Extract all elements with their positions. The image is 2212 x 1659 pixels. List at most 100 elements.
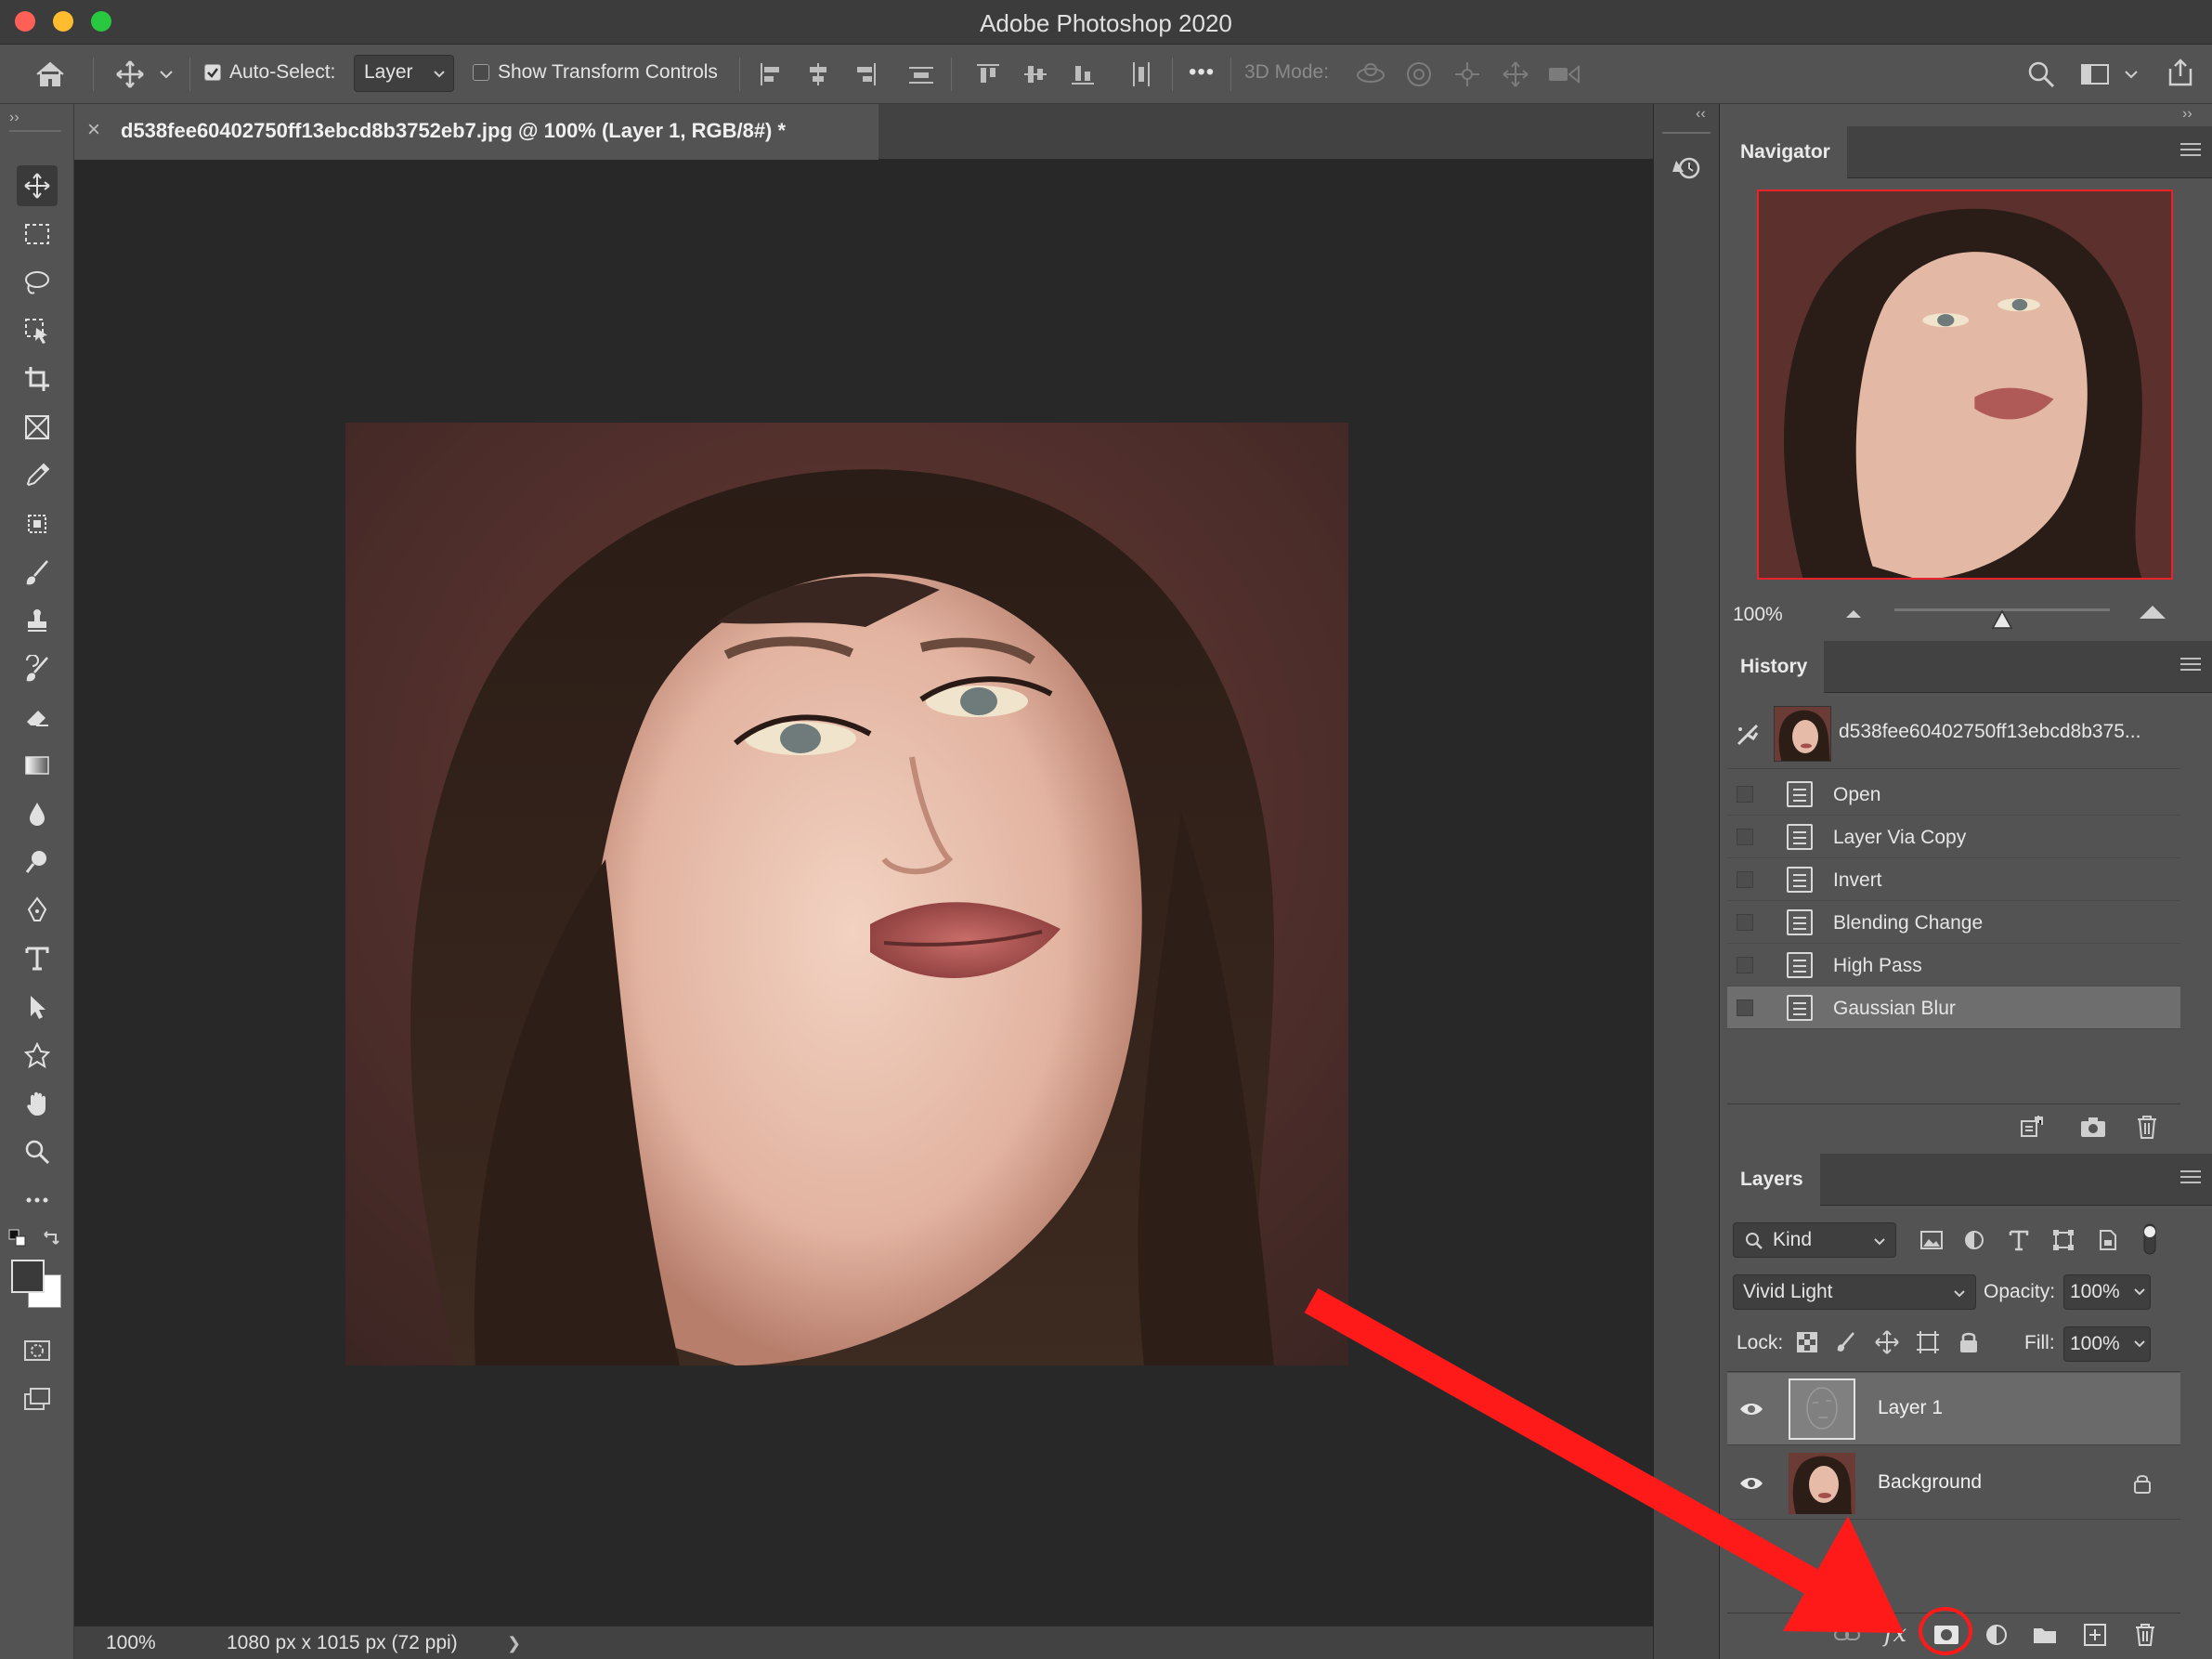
align-vertical-center-icon[interactable] [1019,58,1052,91]
auto-select-checkbox[interactable] [204,64,221,81]
align-bottom-icon[interactable] [1066,58,1099,91]
history-item[interactable]: Invert [1727,858,2180,901]
history-source-checkbox[interactable] [1737,914,1753,931]
chevron-down-icon[interactable] [2130,1282,2149,1300]
navigator-preview[interactable] [1757,189,2173,580]
chevron-down-icon[interactable] [2130,1334,2149,1352]
distribute-vertical-icon[interactable] [904,58,938,91]
filter-type-layers-icon[interactable] [2002,1224,2036,1256]
object-select-tool-icon[interactable] [17,310,58,351]
filter-adjustment-layers-icon[interactable] [1958,1224,1991,1256]
layer-filter-kind-dropdown[interactable]: Kind [1733,1222,1896,1258]
trash-icon[interactable] [2128,1111,2166,1143]
align-top-icon[interactable] [971,58,1005,91]
history-source-checkbox[interactable] [1737,999,1753,1016]
chevron-down-icon[interactable] [2121,65,2141,84]
gradient-tool-icon[interactable] [17,745,58,786]
screen-mode-icon[interactable] [17,1382,58,1416]
eraser-tool-icon[interactable] [17,697,58,738]
history-item[interactable]: Gaussian Blur [1727,986,2180,1029]
history-source-checkbox[interactable] [1737,871,1753,888]
tab-navigator[interactable]: Navigator [1724,126,1847,178]
history-item[interactable]: Layer Via Copy [1727,816,2180,858]
default-colors-icon[interactable] [7,1228,28,1248]
eyedropper-tool-icon[interactable] [17,455,58,496]
new-layer-icon[interactable] [2078,1618,2112,1652]
delete-layer-trash-icon[interactable] [2128,1618,2162,1652]
tab-layers[interactable]: Layers [1724,1154,1820,1206]
filter-pixel-layers-icon[interactable] [1915,1224,1948,1256]
path-select-tool-icon[interactable] [17,986,58,1027]
new-group-folder-icon[interactable] [2028,1618,2062,1652]
align-right-icon[interactable] [849,58,882,91]
document-image[interactable] [345,423,1348,1365]
collapse-panels-icon[interactable]: ›› [2182,106,2192,123]
filter-smart-object-icon[interactable] [2091,1224,2125,1256]
shape-tool-icon[interactable] [17,1035,58,1076]
share-icon[interactable] [2162,54,2199,91]
tab-history[interactable]: History [1724,641,1825,693]
move-tool-preset-icon[interactable] [111,58,149,91]
hand-tool-icon[interactable] [17,1083,58,1124]
history-menu-icon[interactable] [2180,658,2201,674]
history-item[interactable]: Open [1727,773,2180,816]
history-panel-icon[interactable] [1668,149,1705,186]
healing-tool-icon[interactable] [17,503,58,544]
more-options-button[interactable]: ••• [1189,59,1215,85]
quick-mask-icon[interactable] [17,1334,58,1367]
navigator-zoom-slider-thumb[interactable] [1991,609,2013,630]
history-source-checkbox[interactable] [1737,957,1753,973]
workspace-icon[interactable] [2076,58,2114,91]
distribute-horizontal-icon[interactable] [1124,58,1157,91]
filter-toggle-icon[interactable] [2134,1221,2166,1258]
navigator-zoom-value[interactable]: 100% [1733,604,1783,626]
filter-shape-layers-icon[interactable] [2047,1224,2080,1256]
stamp-tool-icon[interactable] [17,600,58,641]
brush-tool-icon[interactable] [17,552,58,593]
home-icon[interactable] [32,58,69,91]
close-document-icon[interactable]: × [87,117,100,143]
more-tool-icon[interactable] [17,1180,58,1221]
dodge-tool-icon[interactable] [17,842,58,882]
new-document-from-state-icon[interactable] [2013,1111,2050,1143]
toolbar-grip[interactable] [9,130,61,132]
search-icon[interactable] [2023,56,2060,93]
navigator-view-box[interactable] [1757,189,2173,580]
move-tool-icon[interactable] [17,165,58,206]
document-tab[interactable]: × d538fee60402750ff13ebcd8b3752eb7.jpg @… [74,104,878,160]
zoom-tool-icon[interactable] [17,1131,58,1172]
navigator-menu-icon[interactable] [2180,143,2201,160]
history-snapshot[interactable]: d538fee60402750ff13ebcd8b375... [1727,699,2180,769]
zoom-out-mountain-icon[interactable] [1842,604,1865,622]
type-tool-icon[interactable] [17,938,58,979]
history-brush-tool-icon[interactable] [17,648,58,689]
crop-tool-icon[interactable] [17,359,58,399]
dock-grip[interactable] [1662,132,1711,134]
camera-icon[interactable] [2075,1111,2112,1143]
collapse-dock-icon[interactable]: ‹‹ [1696,106,1706,123]
align-horizontal-center-icon[interactable] [801,58,835,91]
swap-colors-icon[interactable] [39,1228,61,1248]
blur-tool-icon[interactable] [17,793,58,834]
pen-tool-icon[interactable] [17,890,58,931]
frame-tool-icon[interactable] [17,407,58,448]
show-transform-checkbox[interactable] [473,64,489,81]
expand-toolbar-icon[interactable]: ›› [9,110,20,126]
foreground-color-swatch[interactable] [11,1260,45,1293]
history-item[interactable]: Blending Change [1727,901,2180,944]
history-source-checkbox[interactable] [1737,829,1753,845]
layers-menu-icon[interactable] [2180,1170,2201,1187]
chevron-down-icon[interactable] [156,65,176,84]
lasso-tool-icon[interactable] [17,262,58,303]
lock-all-icon[interactable] [1954,1326,1984,1358]
auto-select-target-dropdown[interactable]: Layer [354,55,454,92]
status-menu-arrow[interactable]: ❯ [507,1634,521,1653]
history-item[interactable]: High Pass [1727,944,2180,986]
history-source-checkbox[interactable] [1737,786,1753,803]
zoom-in-mountain-icon[interactable] [2136,600,2169,622]
new-adjustment-layer-icon[interactable] [1980,1618,2013,1652]
status-document-info[interactable]: 1080 px x 1015 px (72 ppi) [227,1632,458,1654]
status-zoom[interactable]: 100% [106,1632,156,1654]
marquee-tool-icon[interactable] [17,214,58,255]
history-brush-source-icon[interactable] [1733,721,1763,749]
